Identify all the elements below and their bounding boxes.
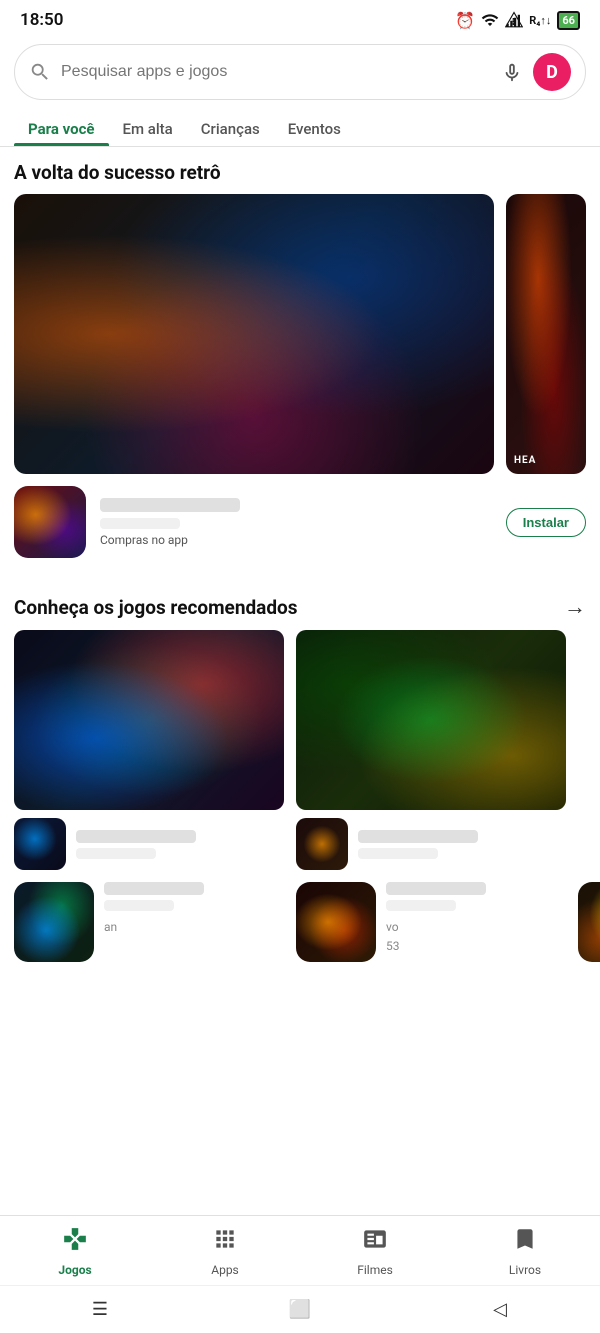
search-bar[interactable]: D <box>14 44 586 100</box>
status-time: 18:50 <box>20 10 63 30</box>
game-sub-bar-2 <box>358 848 438 859</box>
game-icon-sm3-1 <box>14 882 94 962</box>
main-content: A volta do sucesso retrô HEA Compras no … <box>0 147 600 962</box>
bottom-nav: Jogos Apps Filmes Livros <box>0 1215 600 1285</box>
game2-name-bar-2 <box>386 882 486 895</box>
game2-count-3: 53 <box>386 939 400 953</box>
game-name-bar-1 <box>76 830 196 843</box>
app-sub-bar <box>100 518 180 529</box>
livros-icon <box>512 1226 538 1259</box>
game-text-1 <box>76 830 284 859</box>
game2-text-1: an <box>104 882 284 935</box>
app-info: Compras no app <box>100 498 492 547</box>
game-info-1 <box>14 818 284 870</box>
wifi-icon <box>481 11 499 29</box>
filmes-label: Filmes <box>357 1263 393 1277</box>
tab-em-alta[interactable]: Em alta <box>109 110 187 146</box>
game-card2-2[interactable]: vo 53 <box>296 882 566 962</box>
game-partial-card <box>578 882 600 962</box>
retro-section: A volta do sucesso retrô HEA Compras no … <box>0 147 600 578</box>
android-nav-bar: ☰ ⬜ ◁ <box>0 1285 600 1333</box>
game-icon-sm3-2 <box>296 882 376 962</box>
retro-feature-card[interactable] <box>14 194 494 474</box>
game-sub-bar-1 <box>76 848 156 859</box>
battery-indicator: 66 <box>557 11 580 30</box>
game-name-bar-2 <box>358 830 478 843</box>
recommended-title-row: Conheça os jogos recomendados → <box>0 594 600 630</box>
games-grid-row1[interactable] <box>0 630 600 870</box>
alarm-icon: ⏰ <box>455 11 475 30</box>
tab-criancas[interactable]: Crianças <box>187 110 274 146</box>
game2-count-1: an <box>104 920 117 934</box>
retro-section-title: A volta do sucesso retrô <box>0 161 600 194</box>
filmes-icon <box>362 1226 388 1259</box>
app-row: Compras no app Instalar <box>0 474 600 564</box>
game-card2-1[interactable]: an <box>14 882 284 962</box>
avatar[interactable]: D <box>533 53 571 91</box>
search-icon <box>29 61 51 83</box>
livros-label: Livros <box>509 1263 541 1277</box>
recommended-arrow[interactable]: → <box>564 594 586 620</box>
android-home-btn[interactable]: ⬜ <box>285 1295 315 1325</box>
recommended-title: Conheça os jogos recomendados <box>14 596 298 619</box>
game2-text-2: vo 53 <box>386 882 566 954</box>
tab-eventos[interactable]: Eventos <box>274 110 355 146</box>
nav-item-jogos[interactable]: Jogos <box>0 1226 150 1277</box>
game-thumb-2 <box>296 630 566 810</box>
game-card-2[interactable] <box>296 630 566 870</box>
microphone-icon[interactable] <box>501 61 523 83</box>
signal1-icon <box>505 11 523 29</box>
app-name-bar <box>100 498 240 512</box>
jogos-label: Jogos <box>58 1263 91 1277</box>
nav-item-livros[interactable]: Livros <box>450 1226 600 1277</box>
small-card-label: HEA <box>514 455 536 466</box>
recommended-section: Conheça os jogos recomendados → <box>0 578 600 962</box>
search-input[interactable] <box>61 63 491 81</box>
retro-cards-row[interactable]: HEA <box>0 194 600 474</box>
retro-small-card[interactable]: HEA <box>506 194 586 474</box>
game2-count-2: vo <box>386 920 399 934</box>
game-text-2 <box>358 830 566 859</box>
game2-sub-bar-2 <box>386 900 456 911</box>
nav-item-apps[interactable]: Apps <box>150 1226 300 1277</box>
app-icon <box>14 486 86 558</box>
nav-item-filmes[interactable]: Filmes <box>300 1226 450 1277</box>
game-card-1[interactable] <box>14 630 284 870</box>
status-bar: 18:50 ⏰ R₄↑↓ 66 <box>0 0 600 36</box>
jogos-icon <box>62 1226 88 1259</box>
game-icon-1 <box>14 818 66 870</box>
tab-bar: Para você Em alta Crianças Eventos <box>0 110 600 147</box>
game-thumb-1 <box>14 630 284 810</box>
android-menu-btn[interactable]: ☰ <box>85 1295 115 1325</box>
signal-label: R₄↑↓ <box>529 14 551 27</box>
android-back-btn[interactable]: ◁ <box>485 1295 515 1325</box>
game2-sub-bar-1 <box>104 900 174 911</box>
game-partial-icon <box>578 882 600 962</box>
apps-icon <box>212 1226 238 1259</box>
status-icons: ⏰ R₄↑↓ 66 <box>455 11 580 30</box>
game-info-2 <box>296 818 566 870</box>
apps-label: Apps <box>211 1263 239 1277</box>
games-row2[interactable]: an vo 53 <box>0 870 600 962</box>
in-app-purchase-label: Compras no app <box>100 533 492 547</box>
install-button[interactable]: Instalar <box>506 508 586 537</box>
game2-name-bar-1 <box>104 882 204 895</box>
tab-para-voce[interactable]: Para você <box>14 110 109 146</box>
game-icon-2 <box>296 818 348 870</box>
